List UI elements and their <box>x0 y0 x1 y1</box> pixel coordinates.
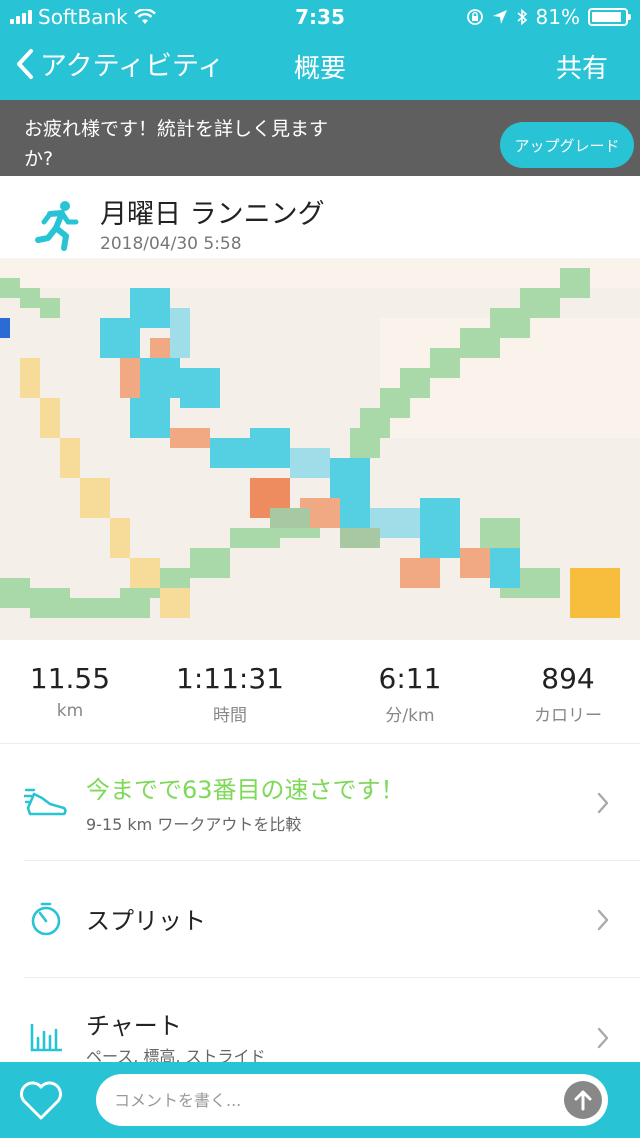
stat-unit: 時間 <box>213 706 247 726</box>
bluetooth-icon <box>517 8 527 26</box>
compare-workouts-row[interactable]: 今までで63番目の速さです！ 9-15 km ワークアウトを比較 <box>0 744 640 860</box>
banner-message: お疲れ様です！統計を詳しく見ますか? <box>24 118 329 170</box>
shoe-icon <box>24 788 67 816</box>
status-bar: SoftBank 7:35 81% <box>0 0 640 34</box>
comment-bar <box>0 1062 640 1138</box>
stat-value: 894 <box>541 662 595 695</box>
status-right: 81% <box>466 5 631 29</box>
stat-value: 6:11 <box>378 662 442 695</box>
route-map[interactable] <box>0 258 640 640</box>
page-title: 概要 <box>293 54 346 84</box>
chart-icon <box>30 1024 62 1052</box>
battery-icon <box>588 8 631 26</box>
compare-title: 今までで63番目の速さです！ <box>86 776 405 804</box>
chevron-right-icon <box>597 792 609 814</box>
heart-icon[interactable] <box>18 1078 64 1122</box>
stat-value: 11.55 <box>29 662 111 695</box>
activity-name: 月曜日 ランニング <box>100 199 325 230</box>
charts-text: チャート ペース, 標高, ストライド <box>86 1006 266 1067</box>
share-button[interactable]: 共有 <box>556 48 608 85</box>
stat-unit: カロリー <box>534 706 602 726</box>
stat-duration: 1:11:31 時間 <box>155 662 305 726</box>
top-bar: SoftBank 7:35 81% アクティビティ 概要 共有 <box>0 0 640 100</box>
compare-subtitle: 9-15 km ワークアウトを比較 <box>86 815 302 834</box>
activity-header: 月曜日 ランニング 2018/04/30 5:58 <box>0 176 640 258</box>
stat-calories: 894 カロリー <box>493 662 640 726</box>
splits-title: スプリット <box>86 907 206 935</box>
arrow-up-icon <box>574 1090 592 1111</box>
charts-row[interactable]: チャート ペース, 標高, ストライド <box>0 978 640 1066</box>
navigation-bar: アクティビティ 概要 共有 <box>0 40 640 90</box>
battery-percent: 81% <box>535 5 580 29</box>
chevron-right-icon <box>597 1027 609 1049</box>
app-root: SoftBank 7:35 81% アクティビティ 概要 共有 お疲れ様です！統… <box>0 0 640 1138</box>
charts-title: チャート <box>86 1012 182 1040</box>
running-icon <box>35 201 79 251</box>
map-image <box>0 258 640 640</box>
stat-pace: 6:11 分/km <box>335 662 485 726</box>
stat-value: 1:11:31 <box>176 662 284 695</box>
comment-input[interactable] <box>114 1084 534 1116</box>
splits-row[interactable]: スプリット <box>0 861 640 977</box>
location-icon <box>492 10 507 24</box>
chevron-right-icon <box>597 909 609 931</box>
stats-bar: 11.55 km 1:11:31 時間 6:11 分/km 894 カロリー <box>0 650 640 730</box>
stat-distance: 11.55 km <box>0 662 145 721</box>
compare-text: 今までで63番目の速さです！ 9-15 km ワークアウトを比較 <box>86 770 405 835</box>
stat-unit: km <box>56 701 84 721</box>
stopwatch-icon <box>31 902 61 936</box>
upgrade-banner: お疲れ様です！統計を詳しく見ますか? アップグレード <box>0 100 640 176</box>
activity-datetime: 2018/04/30 5:58 <box>100 234 242 254</box>
comment-box <box>96 1074 608 1126</box>
send-button[interactable] <box>564 1081 602 1119</box>
stat-unit: 分/km <box>385 706 435 726</box>
splits-text: スプリット <box>86 901 206 936</box>
upgrade-button[interactable]: アップグレード <box>500 122 634 168</box>
orientation-lock-icon <box>466 9 483 25</box>
